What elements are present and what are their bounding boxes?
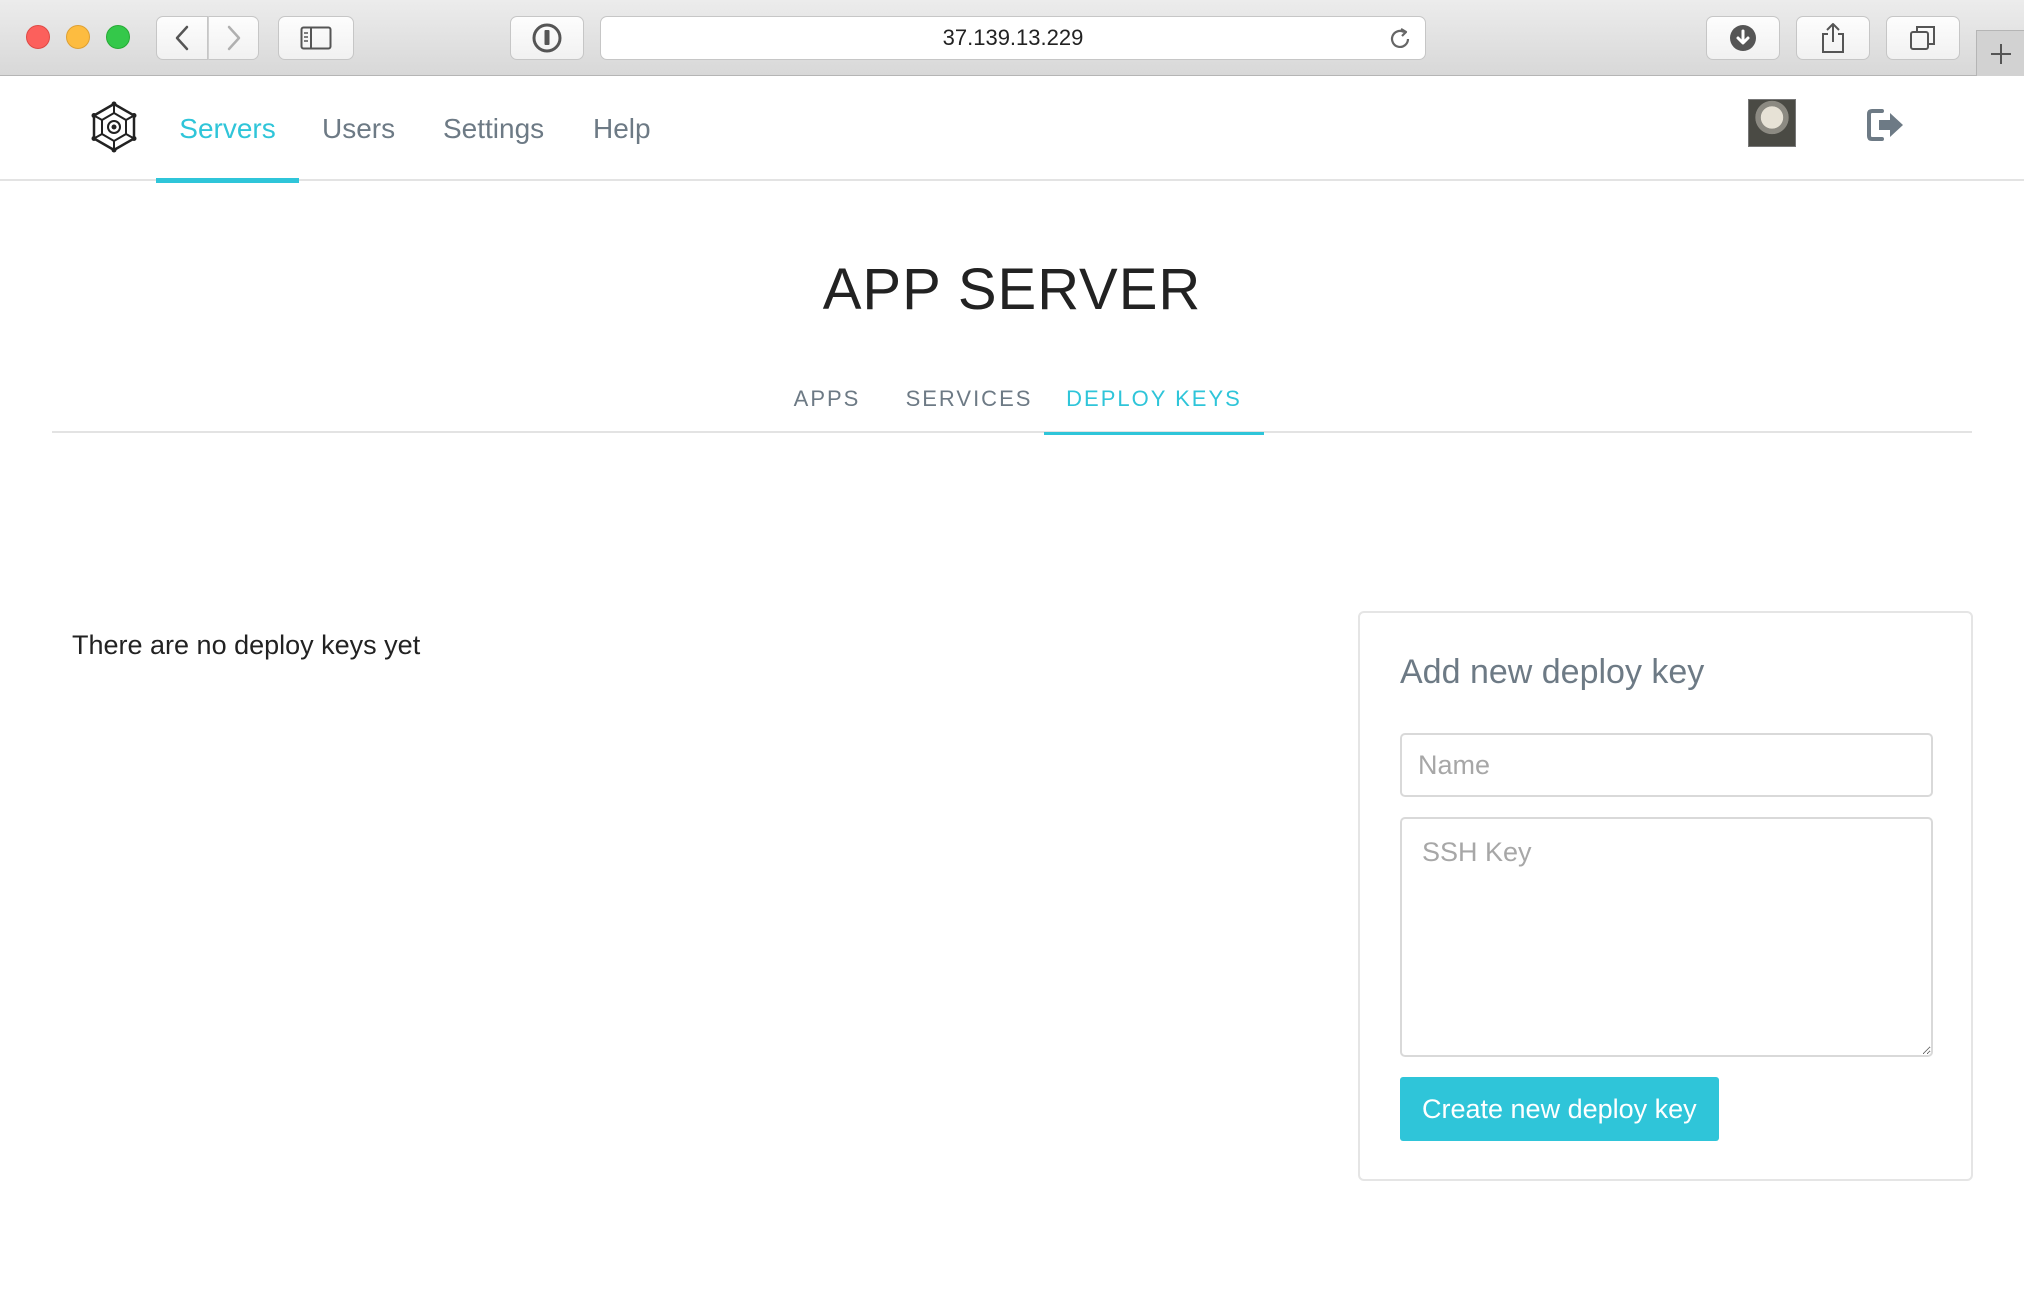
chevron-left-icon	[175, 25, 189, 51]
new-tab-button[interactable]	[1976, 30, 2024, 76]
close-window-button[interactable]	[26, 25, 50, 49]
back-button[interactable]	[156, 16, 208, 60]
card-title: Add new deploy key	[1400, 653, 1705, 691]
empty-state-message: There are no deploy keys yet	[72, 630, 421, 660]
tabs-icon	[1910, 26, 1935, 50]
app-navbar: Servers Users Settings Help	[0, 77, 2024, 183]
page-title: APP SERVER	[822, 257, 1202, 322]
download-icon	[1730, 25, 1756, 51]
create-deploy-key-button[interactable]: Create new deploy key	[1400, 1077, 1719, 1141]
reload-icon[interactable]	[1387, 26, 1413, 52]
share-button[interactable]	[1796, 16, 1870, 60]
name-input[interactable]	[1400, 733, 1933, 797]
nav-servers[interactable]: Servers	[156, 77, 299, 183]
downloads-button[interactable]	[1706, 16, 1780, 60]
tab-services[interactable]: SERVICES	[894, 365, 1044, 433]
minimize-window-button[interactable]	[66, 25, 90, 49]
nav-settings[interactable]: Settings	[419, 77, 568, 181]
nav-help[interactable]: Help	[569, 77, 675, 181]
maximize-window-button[interactable]	[106, 25, 130, 49]
address-bar[interactable]: 37.139.13.229	[600, 16, 1426, 60]
share-icon	[1822, 23, 1844, 53]
url-text: 37.139.13.229	[942, 25, 1084, 50]
chevron-right-icon	[227, 25, 240, 51]
browser-toolbar: 37.139.13.229	[0, 0, 2024, 76]
server-tabs: APPS SERVICES DEPLOY KEYS	[52, 365, 1972, 435]
sidebar-icon	[300, 26, 332, 50]
sidebar-toggle-button[interactable]	[278, 16, 354, 60]
add-deploy-key-card: Add new deploy key Create new deploy key	[1358, 611, 1973, 1181]
password-manager-button[interactable]	[510, 16, 584, 60]
show-tabs-button[interactable]	[1886, 16, 1960, 60]
ssh-key-textarea[interactable]	[1400, 817, 1933, 1057]
logo-icon[interactable]	[88, 101, 140, 153]
nav-users[interactable]: Users	[298, 77, 419, 181]
logout-icon[interactable]	[1866, 107, 1906, 143]
tab-apps[interactable]: APPS	[772, 365, 882, 433]
forward-button[interactable]	[208, 16, 259, 60]
plus-icon	[1990, 43, 2011, 64]
user-avatar[interactable]	[1748, 99, 1796, 147]
tab-deploy-keys[interactable]: DEPLOY KEYS	[1044, 365, 1264, 435]
keyhole-icon	[532, 23, 562, 53]
